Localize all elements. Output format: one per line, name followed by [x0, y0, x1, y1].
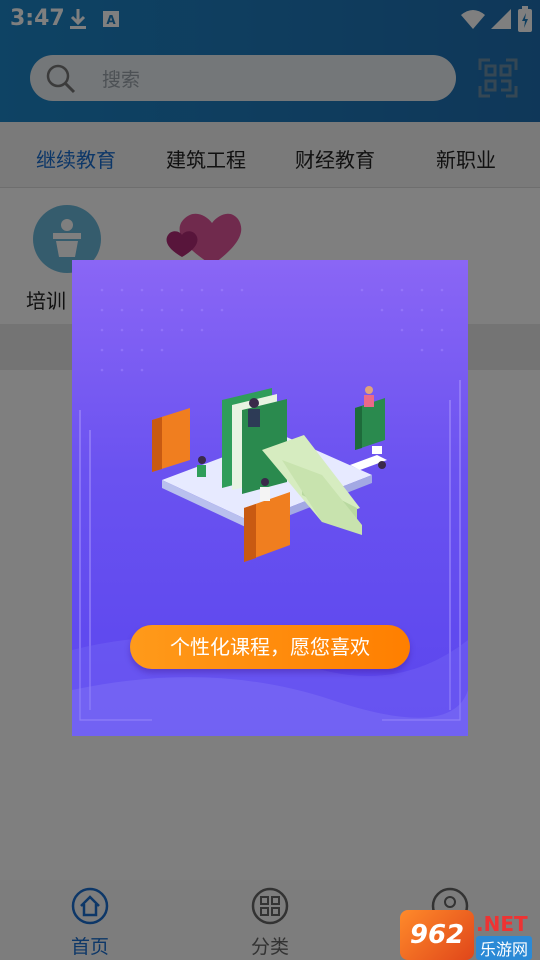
watermark-logo: 962 [400, 910, 474, 960]
promo-popup[interactable]: 个性化课程，愿您喜欢 [72, 260, 468, 736]
watermark: 962 .NET 乐游网 [400, 910, 540, 960]
watermark-net: .NET [476, 912, 528, 936]
watermark-sub: 乐游网 [476, 936, 533, 960]
popup-cta-button[interactable]: 个性化课程，愿您喜欢 [130, 625, 410, 669]
